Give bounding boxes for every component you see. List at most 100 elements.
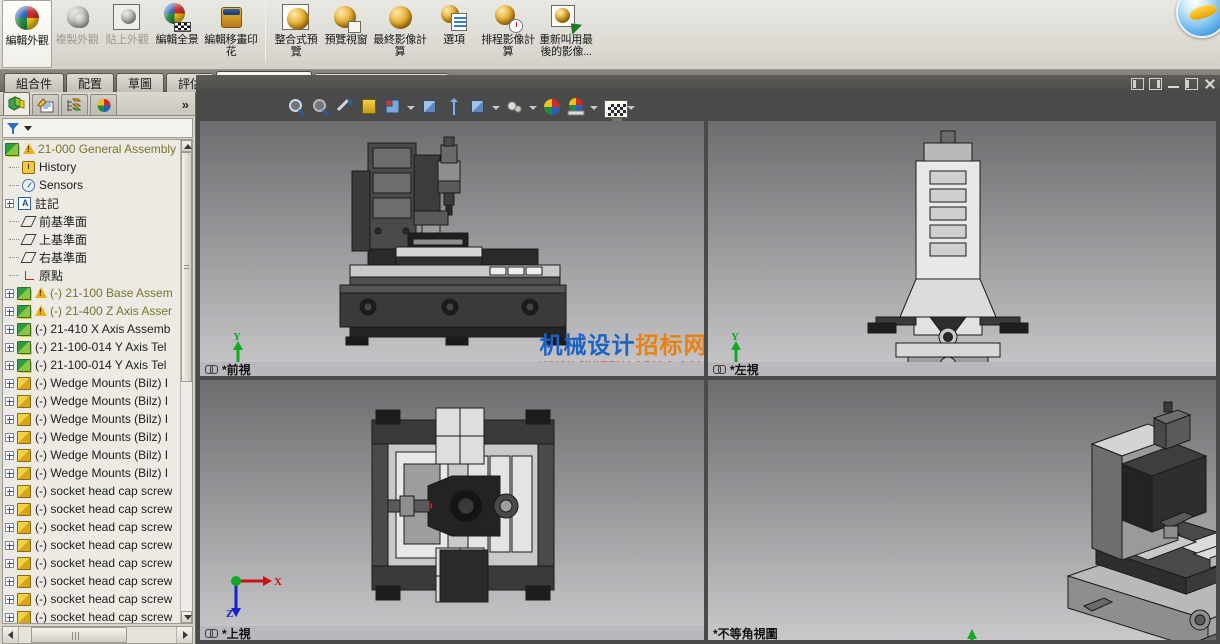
feature-tree[interactable]: 21-000 General Assembly History Sensors 註記前… bbox=[2, 139, 193, 624]
tree-expander-icon[interactable] bbox=[5, 414, 14, 424]
chevron-down-icon[interactable] bbox=[24, 125, 32, 131]
ribbon-button-edit-appearance[interactable]: 編輯外觀 bbox=[2, 0, 52, 68]
tree-item[interactable]: Sensors bbox=[3, 176, 180, 194]
tree-item[interactable]: (-) Wedge Mounts (Bilz) I bbox=[3, 428, 180, 446]
tree-filter-row[interactable] bbox=[2, 118, 193, 138]
scroll-right-button[interactable] bbox=[176, 627, 192, 643]
appearance-cube-icon[interactable] bbox=[467, 96, 489, 118]
tree-expander-icon[interactable] bbox=[5, 450, 14, 460]
h-scroll-thumb[interactable] bbox=[31, 627, 127, 643]
feature-manager-tab[interactable] bbox=[3, 92, 30, 115]
appearance-sphere-icon[interactable] bbox=[541, 96, 563, 118]
tree-expander-icon[interactable] bbox=[5, 540, 14, 550]
scroll-up-button[interactable] bbox=[181, 140, 192, 152]
tree-expander-icon[interactable] bbox=[5, 576, 14, 586]
tree-expander-icon[interactable] bbox=[5, 306, 14, 316]
tree-expander-icon[interactable] bbox=[5, 612, 14, 622]
tree-item[interactable]: (-) socket head cap screw bbox=[3, 500, 180, 518]
tree-item[interactable]: (-) socket head cap screw bbox=[3, 554, 180, 572]
tree-item[interactable]: History bbox=[3, 158, 180, 176]
tree-expander-icon[interactable] bbox=[5, 522, 14, 532]
tree-item[interactable]: (-) socket head cap screw bbox=[3, 536, 180, 554]
hide-show-items-icon[interactable] bbox=[443, 96, 465, 118]
configuration-manager-tab[interactable] bbox=[61, 94, 88, 115]
tree-expander-icon[interactable] bbox=[5, 378, 14, 388]
tree-item[interactable]: (-) socket head cap screw bbox=[3, 482, 180, 500]
tree-item[interactable]: (-) Wedge Mounts (Bilz) I bbox=[3, 464, 180, 482]
tree-expander-icon[interactable] bbox=[5, 558, 14, 568]
tree-expander-icon[interactable] bbox=[5, 432, 14, 442]
tree-item[interactable]: (-) 21-410 X Axis Assemb bbox=[3, 320, 180, 338]
section-view-icon[interactable] bbox=[358, 96, 380, 118]
scene-sphere-icon[interactable] bbox=[565, 96, 587, 118]
display-style-icon[interactable] bbox=[419, 96, 441, 118]
tree-expander-icon[interactable] bbox=[5, 396, 14, 406]
scroll-down-button[interactable] bbox=[181, 611, 192, 623]
hide-show-spheres-dropdown[interactable] bbox=[528, 96, 537, 118]
restore-right-icon[interactable] bbox=[1149, 77, 1162, 90]
hide-show-spheres-icon[interactable] bbox=[504, 96, 526, 118]
minimize-icon[interactable] bbox=[1167, 78, 1180, 90]
tree-item[interactable]: 註記 bbox=[3, 194, 180, 212]
left-view[interactable]: Y Z *左視 bbox=[708, 121, 1216, 376]
ribbon-button-options[interactable]: 選項 bbox=[429, 0, 479, 68]
tree-item[interactable]: (-) 21-100-014 Y Axis Tel bbox=[3, 338, 180, 356]
tree-expander-icon[interactable] bbox=[5, 468, 14, 478]
tree-vertical-scrollbar[interactable] bbox=[180, 140, 192, 623]
scroll-thumb[interactable] bbox=[181, 152, 192, 382]
tab-2[interactable]: 草圖 bbox=[116, 73, 165, 92]
tree-expander-icon[interactable] bbox=[5, 486, 14, 496]
previous-view-icon[interactable] bbox=[334, 96, 356, 118]
ribbon-button-edit-decal[interactable]: 編輯移畫印花 bbox=[202, 0, 260, 68]
restore-left-icon[interactable] bbox=[1131, 77, 1144, 90]
tree-item[interactable]: 21-000 General Assembly bbox=[3, 140, 180, 158]
tree-item[interactable]: (-) socket head cap screw bbox=[3, 572, 180, 590]
tree-item[interactable]: (-) socket head cap screw bbox=[3, 608, 180, 623]
tree-expander-icon[interactable] bbox=[5, 288, 14, 298]
tree-horizontal-scrollbar[interactable] bbox=[2, 626, 193, 644]
scene-sphere-dropdown[interactable] bbox=[589, 96, 598, 118]
tree-item[interactable]: (-) Wedge Mounts (Bilz) I bbox=[3, 374, 180, 392]
scroll-left-button[interactable] bbox=[3, 627, 19, 643]
tab-1[interactable]: 配置 bbox=[66, 73, 115, 92]
property-manager-tab[interactable] bbox=[32, 94, 59, 115]
zoom-to-fit-icon[interactable] bbox=[286, 96, 308, 118]
view-orientation-icon[interactable] bbox=[382, 96, 404, 118]
trimetric-view[interactable]: X Z *不等角視圖 bbox=[708, 380, 1216, 640]
tree-expander-icon[interactable] bbox=[5, 342, 14, 352]
ribbon-button-preview-window[interactable]: 預覽視窗 bbox=[321, 0, 371, 68]
tree-item[interactable]: 右基準面 bbox=[3, 248, 180, 266]
view-heads-up-toolbar[interactable] bbox=[286, 94, 639, 121]
display-manager-tab[interactable] bbox=[90, 94, 117, 115]
tree-item[interactable]: (-) 21-100-014 Y Axis Tel bbox=[3, 356, 180, 374]
tree-expander-icon[interactable] bbox=[5, 360, 14, 370]
view-settings-icon[interactable] bbox=[602, 96, 628, 121]
tree-item[interactable]: (-) Wedge Mounts (Bilz) I bbox=[3, 392, 180, 410]
tree-expander-icon[interactable] bbox=[5, 594, 14, 604]
tree-item[interactable]: 前基準面 bbox=[3, 212, 180, 230]
close-icon[interactable] bbox=[1203, 78, 1216, 90]
tab-0[interactable]: 組合件 bbox=[4, 73, 65, 92]
panel-expand-button[interactable]: » bbox=[182, 97, 189, 115]
ribbon-button-schedule-render[interactable]: 排程影像計算 bbox=[479, 0, 537, 68]
appearance-cube-dropdown[interactable] bbox=[491, 96, 500, 118]
ribbon-button-recall-last-render[interactable]: 重新叫用最後的影像... bbox=[537, 0, 595, 68]
tree-item[interactable]: (-) Wedge Mounts (Bilz) I bbox=[3, 410, 180, 428]
tree-item[interactable]: 原點 bbox=[3, 266, 180, 284]
tree-item[interactable]: (-) 21-400 Z Axis Asser bbox=[3, 302, 180, 320]
graphics-area[interactable]: Y X 机械设计招标网 WWW.JIXIEZHAOBIAO.COM *前視 bbox=[196, 75, 1220, 644]
tree-expander-icon[interactable] bbox=[5, 198, 14, 208]
ribbon-button-edit-scene[interactable]: 編輯全景 bbox=[152, 0, 202, 68]
view-settings-dropdown[interactable] bbox=[626, 96, 635, 118]
maximize-icon[interactable] bbox=[1185, 77, 1198, 90]
tree-item[interactable]: (-) 21-100 Base Assem bbox=[3, 284, 180, 302]
tree-item[interactable]: (-) Wedge Mounts (Bilz) I bbox=[3, 446, 180, 464]
top-view[interactable]: X Z *上視 bbox=[200, 380, 704, 640]
ribbon-button-final-render[interactable]: 最終影像計算 bbox=[371, 0, 429, 68]
ribbon-button-integrated-preview[interactable]: 整合式預覽 bbox=[271, 0, 321, 68]
tree-item[interactable]: 上基準面 bbox=[3, 230, 180, 248]
tree-item[interactable]: (-) socket head cap screw bbox=[3, 590, 180, 608]
tree-expander-icon[interactable] bbox=[5, 324, 14, 334]
front-view[interactable]: Y X 机械设计招标网 WWW.JIXIEZHAOBIAO.COM *前視 bbox=[200, 121, 704, 376]
view-orientation-dropdown[interactable] bbox=[406, 96, 415, 118]
